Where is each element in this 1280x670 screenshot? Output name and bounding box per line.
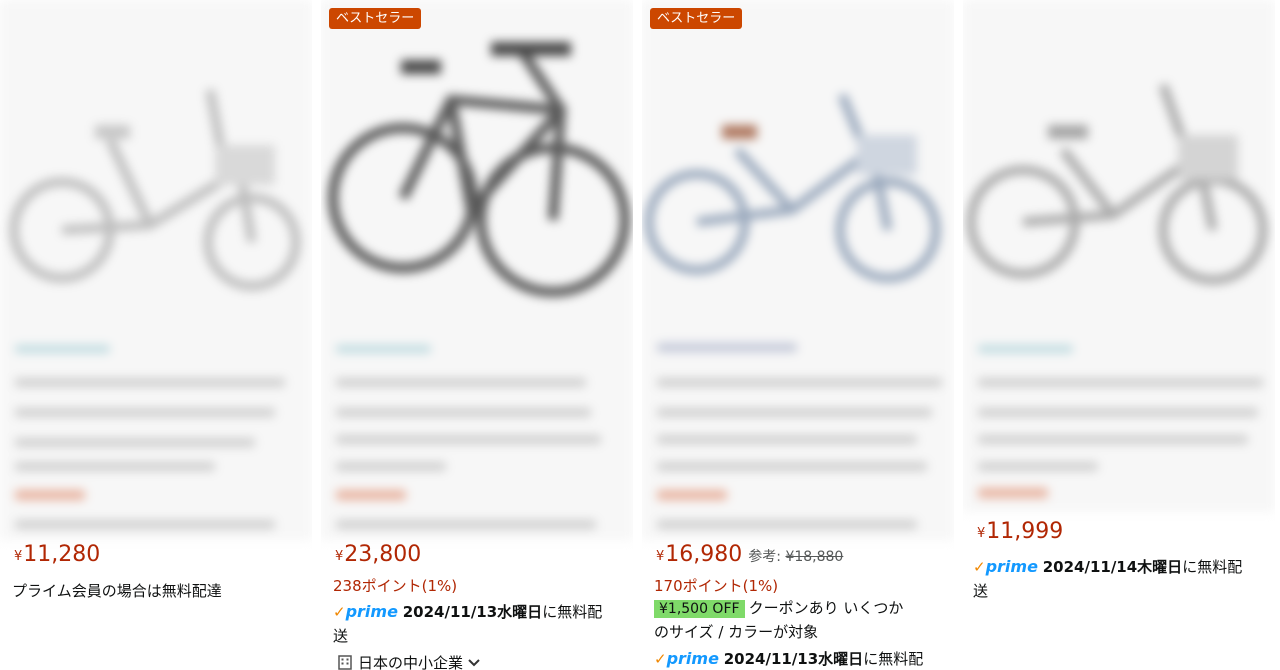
delivery-info: ✓prime 2024/11/13水曜日に無料配 — [654, 649, 924, 668]
bestseller-badge: ベストセラー — [329, 8, 422, 29]
points: 170ポイント(1%) — [654, 577, 779, 595]
blurred-product-info — [321, 0, 633, 540]
chevron-down-icon[interactable] — [467, 656, 481, 670]
delivery-date: 2024/11/14木曜日 — [1042, 558, 1183, 576]
prime-check-icon: ✓ — [654, 650, 667, 668]
shipping-note: プライム会員の場合は無料配達 — [12, 582, 222, 600]
product-price[interactable]: ¥11,999 — [977, 519, 1063, 545]
bestseller-badge: ベストセラー — [650, 8, 743, 29]
product-card[interactable]: ベストセラー ¥16,980 参考: ¥18,880 170ポイント(1%) ¥1… — [642, 0, 954, 670]
product-price[interactable]: ¥23,800 — [335, 542, 421, 568]
prime-logo: prime — [345, 602, 398, 621]
sme-label[interactable]: 日本の中小企業 — [337, 652, 481, 670]
product-card[interactable]: ¥11,280 プライム会員の場合は無料配達 — [0, 0, 312, 670]
prime-check-icon: ✓ — [973, 558, 986, 576]
product-card[interactable]: ¥11,999 ✓prime 2024/11/14木曜日に無料配 送 — [963, 0, 1275, 670]
product-price[interactable]: ¥11,280 — [14, 542, 100, 568]
reference-price: 参考: ¥18,880 — [748, 549, 844, 565]
points: 238ポイント(1%) — [333, 577, 458, 595]
product-image[interactable] — [321, 30, 633, 330]
product-image[interactable] — [0, 30, 312, 330]
delivery-date: 2024/11/13水曜日 — [402, 603, 543, 621]
building-icon — [338, 655, 352, 670]
blurred-product-info — [963, 0, 1275, 512]
delivery-info: ✓prime 2024/11/13水曜日に無料配 — [333, 602, 603, 621]
delivery-info-cont: 送 — [333, 627, 349, 645]
product-card[interactable]: ベストセラー ¥23,800 238ポイント(1%) ✓prime 2024/1… — [321, 0, 633, 670]
product-image[interactable] — [642, 30, 954, 330]
coupon-row[interactable]: ¥1,500 OFF クーポンあり いくつか — [654, 597, 954, 620]
prime-logo: prime — [666, 649, 719, 668]
product-image[interactable] — [963, 30, 1275, 330]
delivery-info: ✓prime 2024/11/14木曜日に無料配 — [973, 557, 1243, 576]
blurred-product-info — [642, 0, 954, 540]
product-price[interactable]: ¥16,980 参考: ¥18,880 — [656, 542, 843, 570]
blurred-product-info — [0, 0, 312, 540]
delivery-info-cont: 送 — [973, 582, 989, 600]
coupon-badge[interactable]: ¥1,500 OFF — [654, 600, 745, 618]
prime-check-icon: ✓ — [333, 603, 346, 621]
coupon-row-cont: のサイズ / カラーが対象 — [654, 623, 819, 641]
delivery-date: 2024/11/13水曜日 — [723, 650, 864, 668]
prime-logo: prime — [985, 557, 1038, 576]
